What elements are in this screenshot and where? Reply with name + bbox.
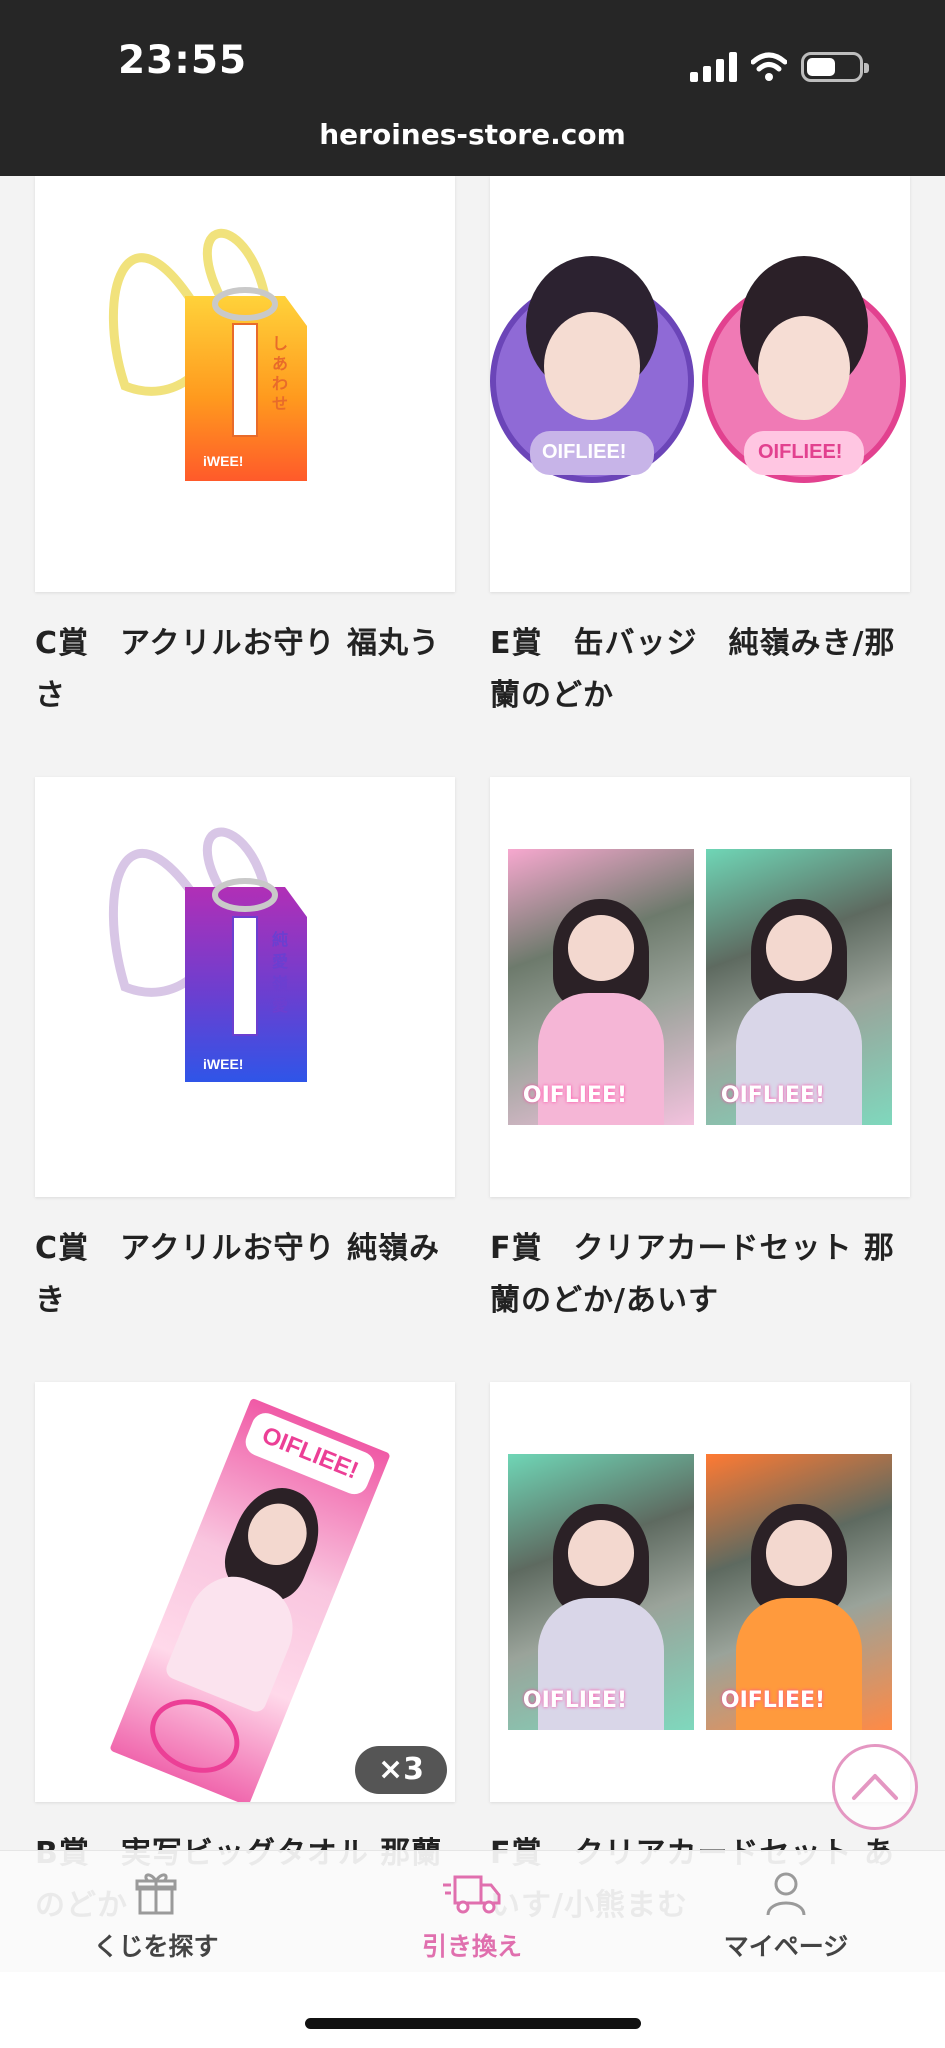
product-image[interactable]: OIFLIEE! OIFLIEE! — [490, 777, 910, 1197]
tab-label: マイページ — [723, 1932, 849, 1961]
product-title[interactable]: C賞 アクリルお守り 福丸うさ — [35, 618, 455, 722]
svg-text:OIFLIEE!: OIFLIEE! — [542, 441, 626, 463]
chevron-up-icon — [852, 1774, 898, 1800]
product-card[interactable]: OIFLIEE! OIFLIEE! E賞 缶バッジ 純嶺みき/那蘭のどか — [490, 176, 910, 722]
tab-label: 引き換え — [421, 1932, 522, 1961]
clear-card-photo: OIFLIEE! — [706, 1454, 892, 1730]
user-icon — [766, 1872, 806, 1916]
tab-exchange[interactable]: 引き換え — [372, 1869, 572, 1963]
tab-my-page[interactable]: マイページ — [686, 1869, 886, 1963]
bottom-tab-bar: くじを探す 引き換え マイページ — [0, 1850, 945, 1972]
amulet-charm-text: しあわせ — [271, 334, 288, 413]
status-bar: 23:55 heroines-store.com — [0, 0, 945, 176]
status-icons — [690, 46, 869, 82]
battery-icon — [801, 52, 869, 82]
towel-image: OIFLIEE! — [109, 1397, 391, 1802]
cellular-signal-icon — [690, 52, 737, 82]
tab-lottery-search[interactable]: くじを探す — [56, 1869, 256, 1963]
gift-icon — [135, 1873, 177, 1915]
clear-card-photo: OIFLIEE! — [508, 1454, 694, 1730]
product-image[interactable]: OIFLIEE! OIFLIEE! — [490, 176, 910, 592]
wifi-icon — [751, 52, 787, 81]
svg-text:OIFLIEE!: OIFLIEE! — [758, 441, 842, 463]
clear-card-photo: OIFLIEE! — [508, 849, 694, 1125]
product-image[interactable]: iWEE! 純愛嶺愛 — [35, 777, 455, 1197]
clear-card-photo: OIFLIEE! — [706, 849, 892, 1125]
amulet-charm-text: 純愛嶺愛 — [271, 930, 288, 1015]
product-card[interactable]: OIFLIEE! OIFLIEE! F賞 クリアカードセット 那蘭のどか/あいす — [490, 777, 910, 1327]
home-indicator[interactable] — [305, 2018, 641, 2029]
browser-url[interactable]: heroines-store.com — [0, 118, 945, 151]
product-image[interactable]: iWEE! しあわせ — [35, 176, 455, 592]
product-card[interactable]: iWEE! 純愛嶺愛 C賞 アクリルお守り 純嶺みき — [35, 777, 455, 1327]
can-badges-image: OIFLIEE! OIFLIEE! — [490, 256, 906, 483]
scroll-to-top-button[interactable] — [832, 1744, 918, 1830]
svg-text:iWEE!: iWEE! — [203, 453, 243, 469]
tab-label: くじを探す — [93, 1932, 219, 1961]
bottom-safe-area — [0, 1972, 945, 2048]
delivery-truck-icon — [443, 1875, 501, 1914]
amulet-image: iWEE! — [108, 827, 307, 1082]
svg-text:iWEE!: iWEE! — [203, 1056, 243, 1072]
product-image[interactable]: OIFLIEE! ×3 — [35, 1382, 455, 1802]
product-title[interactable]: E賞 缶バッジ 純嶺みき/那蘭のどか — [490, 618, 910, 722]
quantity-badge: ×3 — [355, 1746, 447, 1794]
product-title[interactable]: F賞 クリアカードセット 那蘭のどか/あいす — [490, 1223, 910, 1327]
product-title[interactable]: C賞 アクリルお守り 純嶺みき — [35, 1223, 455, 1327]
amulet-image: iWEE! — [108, 228, 307, 481]
product-image[interactable]: OIFLIEE! OIFLIEE! — [490, 1382, 910, 1802]
status-time: 23:55 — [118, 38, 248, 83]
product-card[interactable]: iWEE! しあわせ C賞 アクリルお守り 福丸うさ — [35, 176, 455, 722]
